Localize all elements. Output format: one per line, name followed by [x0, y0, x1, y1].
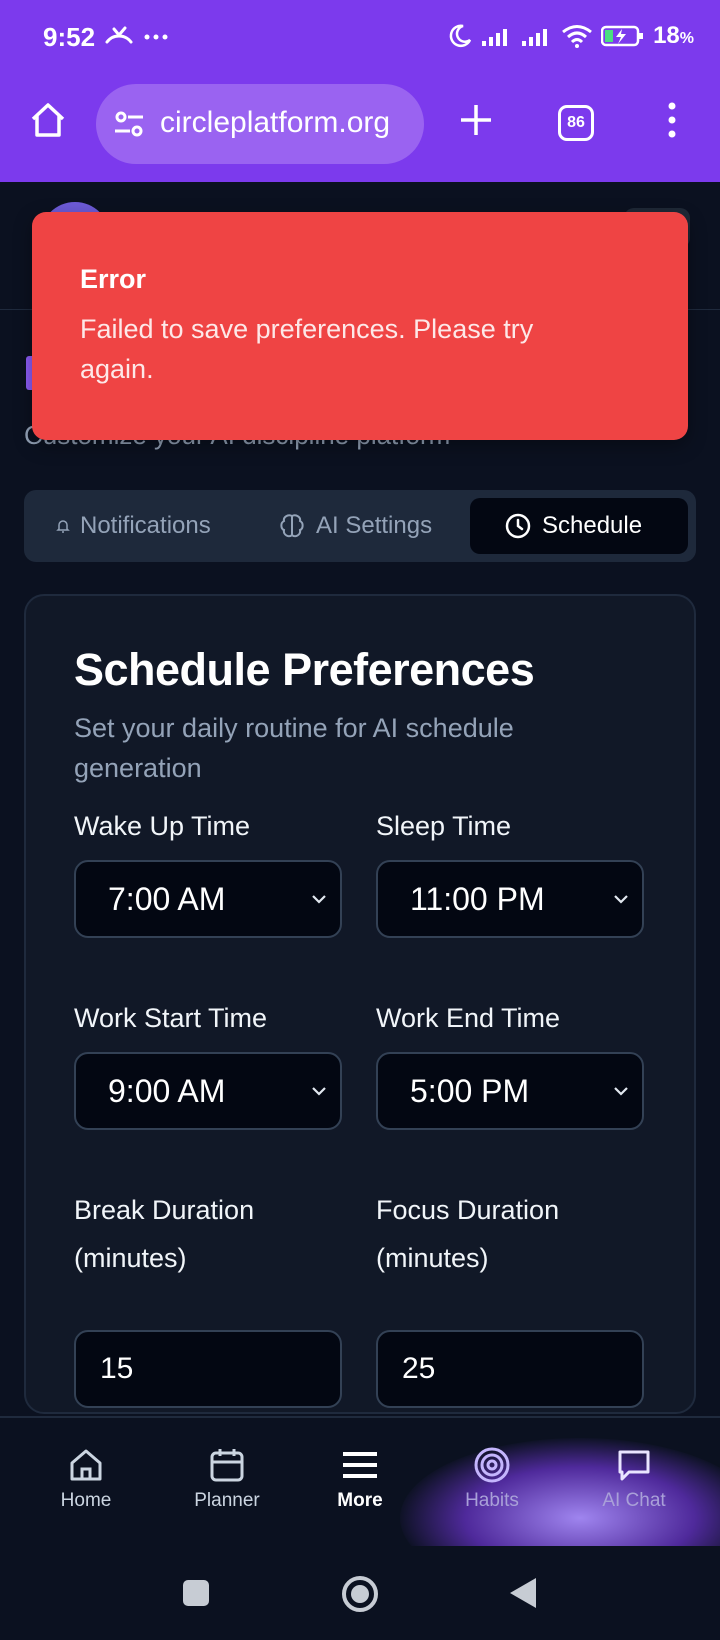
menu-icon	[343, 1452, 377, 1478]
wake-up-label: Wake Up Time	[74, 811, 251, 841]
chevron-down-icon	[312, 895, 326, 904]
back-icon[interactable]	[508, 1576, 538, 1610]
toast-title: Error	[80, 264, 147, 294]
site-settings-icon[interactable]	[112, 109, 146, 139]
card-title: Schedule Preferences	[74, 644, 535, 695]
target-icon	[474, 1447, 510, 1483]
select-value: 9:00 AM	[108, 1072, 226, 1109]
work-end-time-select[interactable]: 5:00 PM	[376, 1052, 644, 1130]
sleep-time-select[interactable]: 11:00 PM	[376, 860, 644, 938]
schedule-preferences-card: Schedule Preferences Set your daily rout…	[24, 594, 696, 1414]
url-text[interactable]: circleplatform.org	[160, 106, 390, 140]
nav-ai-chat[interactable]: AI Chat	[574, 1446, 694, 1512]
work-end-label: Work End Time	[376, 1003, 561, 1033]
sleep-label: Sleep Time	[376, 811, 512, 841]
calendar-icon	[210, 1449, 244, 1482]
clock-icon	[505, 513, 531, 539]
missed-call-icon	[105, 26, 133, 44]
nav-habits[interactable]: Habits	[432, 1446, 552, 1512]
bottom-navigation: Home Planner More Habits AI Chat	[0, 1416, 720, 1546]
chevron-down-icon	[312, 1087, 326, 1096]
brain-icon	[280, 514, 304, 538]
status-time: 9:52	[43, 22, 96, 52]
nav-label: AI Chat	[602, 1490, 666, 1511]
select-value: 5:00 PM	[410, 1072, 530, 1109]
system-navigation-bar	[0, 1546, 720, 1640]
nav-more[interactable]: More	[300, 1446, 420, 1512]
nav-label: More	[337, 1490, 383, 1511]
focus-duration-input[interactable]	[376, 1330, 644, 1408]
nav-label: Planner	[194, 1490, 260, 1511]
browser-toolbar: circleplatform.org 86	[0, 80, 720, 182]
nav-planner[interactable]: Planner	[167, 1446, 287, 1512]
error-toast[interactable]: Error Failed to save preferences. Please…	[32, 212, 688, 440]
moon-icon	[449, 24, 472, 47]
nav-label: Habits	[465, 1490, 519, 1511]
card-description: Set your daily routine for AI schedule g…	[74, 713, 514, 783]
wake-up-time-select[interactable]: 7:00 AM	[74, 860, 342, 938]
nav-label: Home	[60, 1490, 112, 1511]
focus-duration-label: Focus Duration (minutes)	[376, 1195, 560, 1273]
nav-home[interactable]: Home	[26, 1446, 146, 1512]
battery-percent: 18%	[653, 22, 694, 49]
work-start-label: Work Start Time	[74, 1003, 268, 1033]
signal-icon	[522, 29, 548, 46]
toast-message: Failed to save preferences. Please try a…	[80, 314, 534, 384]
tab-label: Schedule	[542, 512, 643, 539]
tab-ai-settings[interactable]: AI Settings	[278, 498, 432, 554]
address-bar[interactable]: circleplatform.org	[96, 84, 424, 164]
new-tab-icon[interactable]	[458, 102, 494, 138]
home-icon[interactable]	[28, 100, 68, 140]
wifi-icon	[562, 25, 592, 48]
recent-apps-icon[interactable]	[181, 1578, 211, 1608]
home-button-icon[interactable]	[340, 1574, 380, 1614]
break-duration-label: Break Duration (minutes)	[74, 1195, 255, 1273]
tab-schedule[interactable]: Schedule	[470, 498, 688, 554]
chevron-down-icon	[614, 895, 628, 904]
break-duration-input[interactable]	[74, 1330, 342, 1408]
status-bar: 9:52 18%	[0, 0, 720, 80]
home-icon	[70, 1449, 102, 1481]
signal-icon	[482, 29, 508, 46]
work-start-time-select[interactable]: 9:00 AM	[74, 1052, 342, 1130]
select-value: 7:00 AM	[108, 880, 226, 917]
bell-icon	[56, 520, 70, 533]
chevron-down-icon	[614, 1087, 628, 1096]
battery-charging-icon	[601, 25, 644, 47]
tab-count-button[interactable]: 86	[558, 105, 594, 141]
chat-icon	[618, 1450, 650, 1481]
more-dots-icon	[144, 34, 168, 40]
tab-notifications[interactable]: Notifications	[56, 498, 211, 554]
settings-tabs: Notifications AI Settings Schedule	[24, 490, 696, 562]
tab-label: AI Settings	[316, 512, 433, 539]
tab-label: Notifications	[80, 512, 211, 539]
overflow-menu-icon[interactable]	[660, 100, 684, 140]
select-value: 11:00 PM	[410, 880, 545, 917]
